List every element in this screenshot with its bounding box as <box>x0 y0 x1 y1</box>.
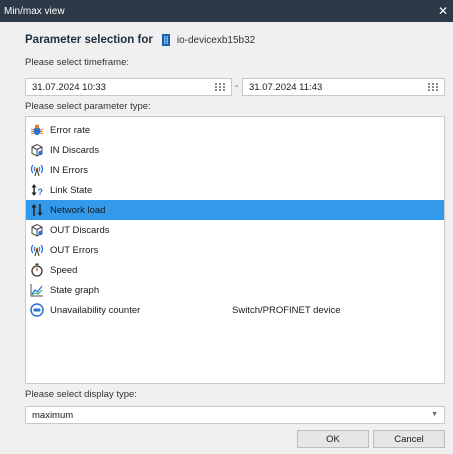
bug-icon <box>30 123 44 137</box>
antenna-error-icon <box>30 163 44 177</box>
display-type-select[interactable]: maximum ▼ <box>25 406 445 424</box>
list-item[interactable]: ? Link State <box>26 180 444 200</box>
dialog-body: Parameter selection for io-devicexb15b32… <box>0 22 453 454</box>
list-item-device-type: Switch/PROFINET device <box>232 304 341 316</box>
timeframe-to-field[interactable]: 31.07.2024 11:43 <box>242 78 445 96</box>
list-item-label: Network load <box>50 204 106 216</box>
counter-badge-icon <box>30 303 44 317</box>
calendar-icon[interactable] <box>215 82 225 92</box>
timeframe-to-value: 31.07.2024 11:43 <box>249 81 323 93</box>
list-item-label: Speed <box>50 264 78 276</box>
box-discard-icon <box>30 223 44 237</box>
list-item-label: Link State <box>50 184 93 196</box>
list-item[interactable]: IN Errors <box>26 160 444 180</box>
list-item[interactable]: Speed <box>26 260 444 280</box>
list-item-label: OUT Discards <box>50 224 110 236</box>
calendar-icon[interactable] <box>428 82 438 92</box>
page-title: Parameter selection for io-devicexb15b32 <box>25 33 255 47</box>
parameter-type-label: Please select parameter type: <box>25 101 151 112</box>
timeframe-label: Please select timeframe: <box>25 57 130 68</box>
window-title: Min/max view <box>4 5 65 17</box>
stopwatch-icon <box>30 263 44 277</box>
cancel-button[interactable]: Cancel <box>373 430 445 448</box>
list-item[interactable]: Error rate <box>26 120 444 140</box>
svg-text:?: ? <box>38 187 44 197</box>
ok-button[interactable]: OK <box>297 430 369 448</box>
close-icon[interactable]: ✕ <box>435 3 451 19</box>
line-graph-icon <box>30 283 44 297</box>
heading-label: Parameter selection for <box>25 34 153 46</box>
box-discard-icon <box>30 143 44 157</box>
parameter-list: Error rate IN Discards IN Errors ? Link … <box>25 116 445 384</box>
timeframe-from-field[interactable]: 31.07.2024 10:33 <box>25 78 232 96</box>
list-item-label: State graph <box>50 284 100 296</box>
list-item-label: IN Discards <box>50 144 100 156</box>
display-type-label: Please select display type: <box>25 389 137 400</box>
list-item[interactable]: IN Discards <box>26 140 444 160</box>
list-item-label: IN Errors <box>50 164 88 176</box>
list-item[interactable]: Unavailability counter Switch/PROFINET d… <box>26 300 444 320</box>
device-name: io-devicexb15b32 <box>176 34 256 46</box>
timeframe-from-value: 31.07.2024 10:33 <box>32 81 106 93</box>
title-bar: Min/max view ✕ <box>0 0 453 22</box>
network-load-icon <box>30 203 44 217</box>
link-state-icon: ? <box>30 183 44 197</box>
display-type-value: maximum <box>32 409 74 421</box>
timeframe-separator: - <box>235 81 239 92</box>
list-item-selected[interactable]: Network load <box>26 200 444 220</box>
list-item-label: Unavailability counter <box>50 304 141 316</box>
chevron-down-icon[interactable]: ▼ <box>431 411 438 418</box>
list-item-label: Error rate <box>50 124 91 136</box>
list-item[interactable]: OUT Errors <box>26 240 444 260</box>
antenna-error-icon <box>30 243 44 257</box>
list-item-label: OUT Errors <box>50 244 99 256</box>
network-device-icon <box>161 33 171 47</box>
list-item[interactable]: OUT Discards <box>26 220 444 240</box>
list-item[interactable]: State graph <box>26 280 444 300</box>
